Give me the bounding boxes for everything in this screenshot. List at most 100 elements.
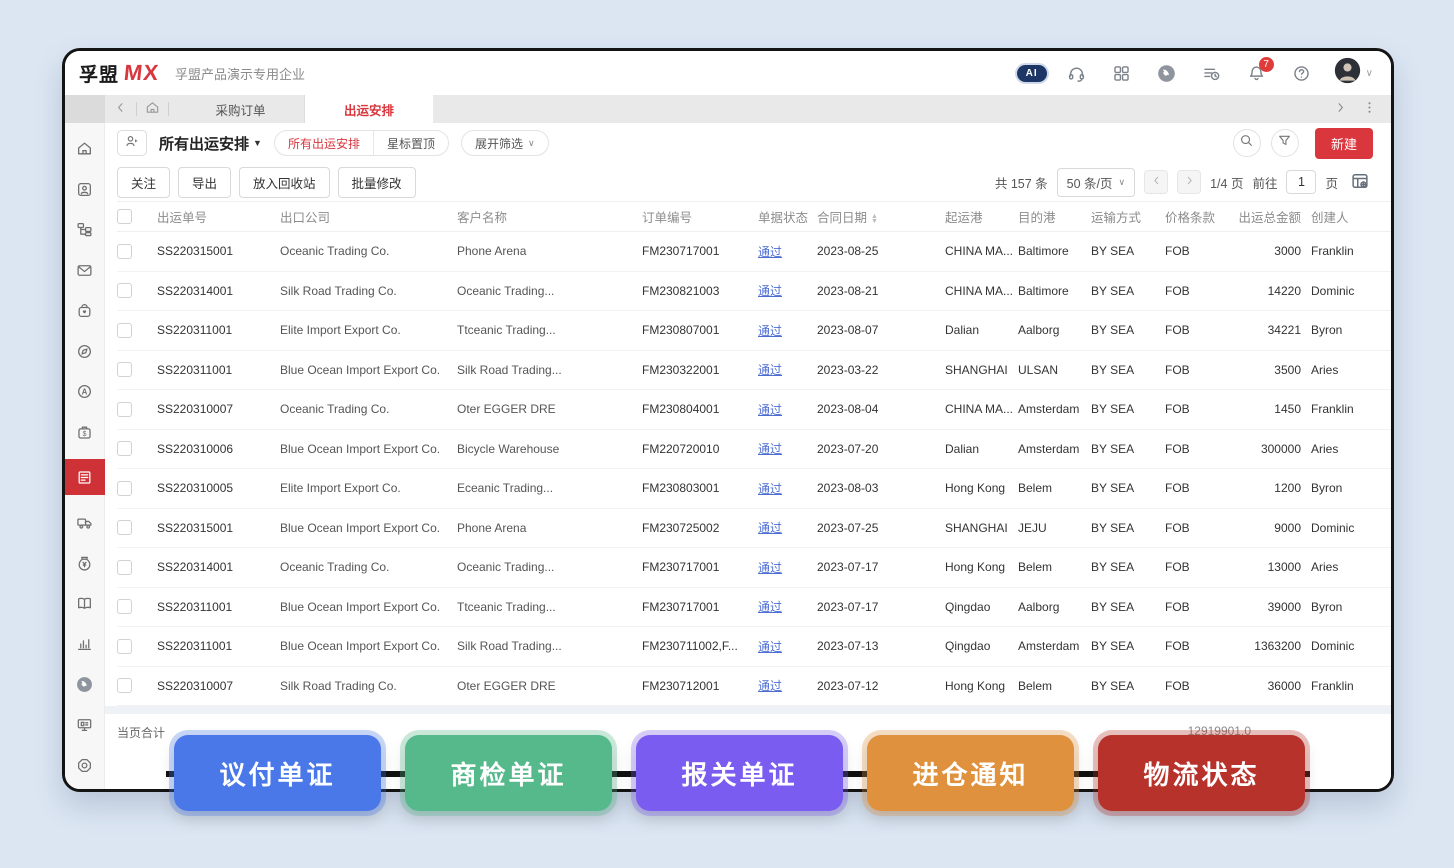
tabs-scroll-right-icon[interactable] <box>1333 100 1348 118</box>
table-row[interactable]: SS220311001Blue Ocean Import Export Co.S… <box>117 350 1394 390</box>
table-row[interactable]: SS220315001Blue Ocean Import Export Co.P… <box>117 508 1394 548</box>
cell-doc-status[interactable]: 通过 <box>758 271 817 311</box>
row-checkbox[interactable] <box>117 323 132 338</box>
flow-button-1[interactable]: 议付单证 <box>174 735 381 811</box>
row-checkbox[interactable] <box>117 520 132 535</box>
row-checkbox[interactable] <box>117 639 132 654</box>
user-menu[interactable]: ∨ <box>1334 57 1373 89</box>
task-list-icon[interactable] <box>1202 63 1222 83</box>
select-all-checkbox[interactable] <box>117 209 132 224</box>
sidebar-item-shipping-doc[interactable] <box>65 459 105 495</box>
table-row[interactable]: SS220315001Oceanic Trading Co.Phone Aren… <box>117 232 1394 272</box>
status-link[interactable]: 通过 <box>758 284 782 298</box>
flow-button-4[interactable]: 进仓通知 <box>867 735 1074 811</box>
export-button[interactable]: 导出 <box>178 167 231 198</box>
sidebar-item-contacts[interactable] <box>65 176 105 203</box>
back-icon[interactable] <box>113 100 128 118</box>
cell-doc-status[interactable]: 通过 <box>758 390 817 430</box>
sidebar-item-finance-doc[interactable]: $ <box>65 419 105 446</box>
filter-starred-top[interactable]: 星标置顶 <box>373 131 448 155</box>
cell-doc-status[interactable]: 通过 <box>758 548 817 588</box>
sidebar-item-money[interactable] <box>65 549 105 576</box>
headset-icon[interactable] <box>1067 63 1087 83</box>
cell-doc-status[interactable]: 通过 <box>758 666 817 706</box>
status-link[interactable]: 通过 <box>758 442 782 456</box>
next-page-button[interactable] <box>1177 170 1201 194</box>
table-row[interactable]: SS220311001Blue Ocean Import Export Co.S… <box>117 627 1394 667</box>
cell-doc-status[interactable]: 通过 <box>758 429 817 469</box>
cell-doc-status[interactable]: 通过 <box>758 508 817 548</box>
table-row[interactable]: SS220311001Blue Ocean Import Export Co.T… <box>117 587 1394 627</box>
row-checkbox[interactable] <box>117 560 132 575</box>
status-link[interactable]: 通过 <box>758 245 782 259</box>
status-link[interactable]: 通过 <box>758 600 782 614</box>
home-tab-icon[interactable] <box>145 100 160 118</box>
status-link[interactable]: 通过 <box>758 679 782 693</box>
tab-purchase-orders[interactable]: 采购订单 <box>177 95 305 123</box>
row-checkbox[interactable] <box>117 481 132 496</box>
batch-edit-button[interactable]: 批量修改 <box>338 167 416 198</box>
status-link[interactable]: 通过 <box>758 561 782 575</box>
status-link[interactable]: 通过 <box>758 521 782 535</box>
follow-button[interactable]: 关注 <box>117 167 170 198</box>
table-row[interactable]: SS220310005Elite Import Export Co.Eceani… <box>117 469 1394 509</box>
apps-grid-icon[interactable] <box>1112 63 1132 83</box>
cell-doc-status[interactable]: 通过 <box>758 587 817 627</box>
tabs-more-icon[interactable] <box>1362 100 1377 118</box>
whatsapp-icon[interactable] <box>1157 63 1177 83</box>
goto-page-input[interactable] <box>1286 170 1316 194</box>
sidebar-item-home[interactable] <box>65 135 105 162</box>
flow-button-3[interactable]: 报关单证 <box>636 735 843 811</box>
sidebar-item-marketing[interactable]: A <box>65 378 105 405</box>
status-link[interactable]: 通过 <box>758 403 782 417</box>
cell-doc-status[interactable]: 通过 <box>758 627 817 667</box>
filter-button[interactable] <box>1271 129 1299 157</box>
bell-icon[interactable]: 7 <box>1247 63 1267 83</box>
flow-button-5[interactable]: 物流状态 <box>1098 735 1305 811</box>
prev-page-button[interactable] <box>1144 170 1168 194</box>
table-row[interactable]: SS220314001Oceanic Trading Co.Oceanic Tr… <box>117 548 1394 588</box>
row-checkbox[interactable] <box>117 283 132 298</box>
sidebar-item-compass[interactable] <box>65 338 105 365</box>
filter-all-shipments[interactable]: 所有出运安排 <box>275 131 373 155</box>
cell-doc-status[interactable]: 通过 <box>758 350 817 390</box>
sidebar-item-logistics[interactable] <box>65 509 105 536</box>
sidebar-item-orders[interactable] <box>65 297 105 324</box>
create-new-button[interactable]: 新建 <box>1315 128 1373 159</box>
user-avatar[interactable] <box>1334 57 1361 89</box>
row-checkbox[interactable] <box>117 362 132 377</box>
table-row[interactable]: SS220310007Oceanic Trading Co.Oter EGGER… <box>117 390 1394 430</box>
row-checkbox[interactable] <box>117 402 132 417</box>
table-row[interactable]: SS220310007Silk Road Trading Co.Oter EGG… <box>117 666 1394 706</box>
sort-icons[interactable]: ▲▼ <box>871 214 878 224</box>
sidebar-item-ledger[interactable] <box>65 590 105 617</box>
row-checkbox[interactable] <box>117 599 132 614</box>
status-link[interactable]: 通过 <box>758 363 782 377</box>
row-checkbox[interactable] <box>117 244 132 259</box>
tab-shipping-arrangement[interactable]: 出运安排 <box>305 95 433 123</box>
search-button[interactable] <box>1233 129 1261 157</box>
status-link[interactable]: 通过 <box>758 640 782 654</box>
table-settings-button[interactable] <box>1347 170 1373 194</box>
expand-filters-button[interactable]: 展开筛选 ∨ <box>461 130 549 156</box>
table-row[interactable]: SS220310006Blue Ocean Import Export Co.B… <box>117 429 1394 469</box>
view-selector[interactable]: 所有出运安排 ▼ <box>159 133 262 154</box>
help-icon[interactable] <box>1292 63 1312 83</box>
sidebar-item-mail[interactable] <box>65 257 105 284</box>
owner-filter-button[interactable] <box>117 130 147 156</box>
recycle-bin-button[interactable]: 放入回收站 <box>239 167 330 198</box>
page-size-select[interactable]: 50 条/页 ∨ <box>1057 168 1135 197</box>
row-checkbox[interactable] <box>117 441 132 456</box>
col-contract-date[interactable]: 合同日期▲▼ <box>817 202 945 232</box>
sidebar-item-org[interactable] <box>65 216 105 243</box>
table-row[interactable]: SS220314001Silk Road Trading Co.Oceanic … <box>117 271 1394 311</box>
status-link[interactable]: 通过 <box>758 482 782 496</box>
status-link[interactable]: 通过 <box>758 324 782 338</box>
cell-doc-status[interactable]: 通过 <box>758 311 817 351</box>
cell-doc-status[interactable]: 通过 <box>758 232 817 272</box>
sidebar-collapse-button[interactable] <box>65 95 105 123</box>
sidebar-item-stats[interactable] <box>65 630 105 657</box>
sidebar-item-whatsapp[interactable] <box>65 671 105 698</box>
flow-button-2[interactable]: 商检单证 <box>405 735 612 811</box>
cell-doc-status[interactable]: 通过 <box>758 469 817 509</box>
